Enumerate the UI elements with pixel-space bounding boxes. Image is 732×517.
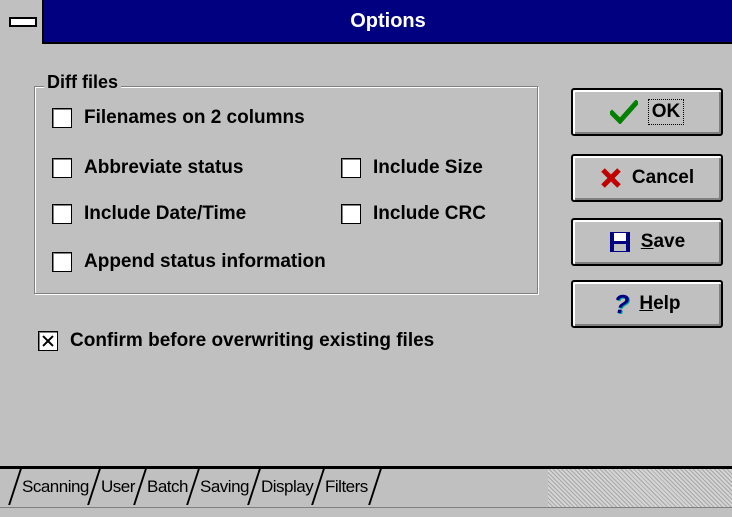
append-status-information-checkbox[interactable]: Append status information	[52, 251, 326, 273]
x-icon	[601, 168, 621, 188]
tabs: Scanning User Batch Saving Display Filte…	[8, 469, 382, 507]
checkbox-label: Filenames on 2 columns	[84, 107, 305, 128]
checkbox-label: Include Date/Time	[84, 203, 247, 224]
checkbox-label: Append status information	[84, 251, 326, 272]
help-button-label: Help	[639, 293, 681, 314]
cancel-button-label: Cancel	[631, 167, 695, 188]
save-button[interactable]: Save	[571, 218, 723, 266]
ok-button-label: OK	[647, 99, 685, 125]
checkbox-label: Abbreviate status	[84, 157, 244, 178]
system-menu-icon	[9, 17, 37, 27]
window-title: Options	[350, 10, 426, 32]
checkmark-icon	[609, 100, 638, 124]
title-bar: Options	[0, 0, 732, 44]
diff-files-group-label: Diff files	[44, 72, 122, 93]
filenames-two-columns-checkbox[interactable]: Filenames on 2 columns	[52, 107, 305, 129]
checkbox-label: Confirm before overwriting existing file…	[70, 330, 435, 351]
include-date-time-checkbox[interactable]: Include Date/Time	[52, 203, 246, 225]
tab-filters[interactable]: Filters	[311, 469, 382, 505]
checkbox-box[interactable]	[52, 252, 72, 272]
save-button-label: Save	[640, 231, 686, 252]
checkbox-box[interactable]	[341, 158, 361, 178]
floppy-disk-icon	[609, 232, 630, 252]
help-button[interactable]: ? Help	[571, 280, 723, 328]
system-menu-button[interactable]	[0, 0, 44, 44]
tab-strip-background	[548, 469, 732, 507]
checkbox-box[interactable]	[52, 158, 72, 178]
checkbox-box[interactable]	[38, 331, 58, 351]
checkbox-box[interactable]	[341, 204, 361, 224]
include-size-checkbox[interactable]: Include Size	[341, 157, 483, 179]
tab-scanning[interactable]: Scanning	[8, 469, 101, 505]
checkbox-label: Include CRC	[373, 203, 486, 224]
confirm-overwrite-checkbox[interactable]: Confirm before overwriting existing file…	[38, 330, 434, 352]
question-mark-icon: ?	[613, 289, 630, 319]
checkbox-box[interactable]	[52, 108, 72, 128]
tab-strip: Scanning User Batch Saving Display Filte…	[0, 466, 732, 517]
abbreviate-status-checkbox[interactable]: Abbreviate status	[52, 157, 243, 179]
checkbox-label: Include Size	[373, 157, 483, 178]
include-crc-checkbox[interactable]: Include CRC	[341, 203, 486, 225]
options-dialog: Options Diff files Filenames on 2 column…	[0, 0, 732, 517]
ok-button[interactable]: OK	[571, 88, 723, 136]
checkbox-box[interactable]	[52, 204, 72, 224]
cancel-button[interactable]: Cancel	[571, 154, 723, 202]
